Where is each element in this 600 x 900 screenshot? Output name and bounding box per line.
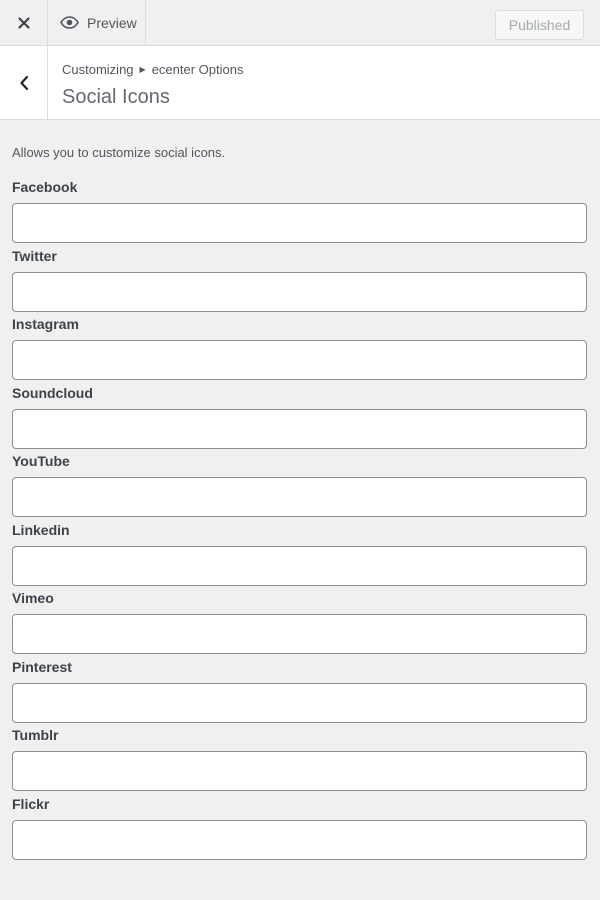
page-title: Social Icons bbox=[62, 86, 170, 108]
pinterest-input[interactable] bbox=[12, 682, 587, 723]
youtube-input[interactable] bbox=[12, 477, 587, 517]
preview-label: Preview bbox=[87, 14, 137, 31]
close-button[interactable] bbox=[0, 0, 48, 45]
eye-icon bbox=[60, 16, 79, 29]
instagram-input[interactable] bbox=[12, 340, 587, 380]
section-content: Allows you to customize social icons. Fa… bbox=[12, 120, 588, 864]
vimeo-input[interactable] bbox=[12, 614, 587, 654]
field-linkedin: Linkedin bbox=[12, 522, 588, 591]
flickr-input[interactable] bbox=[12, 819, 587, 860]
field-soundcloud: Soundcloud bbox=[12, 385, 588, 454]
section-header: Customizing ▶ ecenter Options Social Ico… bbox=[0, 46, 600, 120]
field-vimeo: Vimeo bbox=[12, 590, 588, 659]
field-label-linkedin: Linkedin bbox=[12, 521, 70, 538]
field-label-instagram: Instagram bbox=[12, 316, 79, 332]
close-icon bbox=[17, 16, 30, 29]
facebook-input[interactable] bbox=[12, 203, 587, 243]
breadcrumb-item-options: ecenter Options bbox=[151, 62, 244, 77]
field-label-vimeo: Vimeo bbox=[12, 590, 54, 606]
twitter-input[interactable] bbox=[12, 271, 587, 312]
field-flickr: Flickr bbox=[12, 796, 588, 865]
field-label-facebook: Facebook bbox=[12, 179, 78, 195]
linkedin-input[interactable] bbox=[12, 545, 587, 586]
customizer-topbar: Preview Published bbox=[0, 0, 600, 46]
soundcloud-input[interactable] bbox=[12, 408, 587, 449]
field-tumblr: Tumblr bbox=[12, 727, 588, 796]
triangle-right-icon: ▶ bbox=[139, 65, 146, 74]
back-button[interactable] bbox=[0, 46, 48, 119]
field-label-pinterest: Pinterest bbox=[12, 658, 72, 675]
field-label-youtube: YouTube bbox=[12, 453, 70, 469]
field-label-tumblr: Tumblr bbox=[12, 727, 59, 743]
field-pinterest: Pinterest bbox=[12, 659, 588, 728]
published-button[interactable]: Published bbox=[495, 10, 584, 40]
breadcrumb-item-customizing: Customizing bbox=[62, 62, 134, 77]
field-instagram: Instagram bbox=[12, 316, 588, 385]
social-fields-list: Facebook Twitter Instagram Soundcloud Yo… bbox=[12, 179, 588, 864]
field-facebook: Facebook bbox=[12, 179, 588, 248]
section-description: Allows you to customize social icons. bbox=[12, 145, 226, 160]
field-twitter: Twitter bbox=[12, 248, 588, 317]
field-label-soundcloud: Soundcloud bbox=[12, 384, 93, 401]
field-label-flickr: Flickr bbox=[12, 795, 50, 812]
breadcrumb: Customizing ▶ ecenter Options bbox=[62, 62, 243, 77]
preview-button[interactable]: Preview bbox=[48, 0, 146, 45]
tumblr-input[interactable] bbox=[12, 751, 587, 791]
chevron-left-icon bbox=[19, 75, 28, 90]
field-label-twitter: Twitter bbox=[12, 247, 57, 264]
field-youtube: YouTube bbox=[12, 453, 588, 522]
